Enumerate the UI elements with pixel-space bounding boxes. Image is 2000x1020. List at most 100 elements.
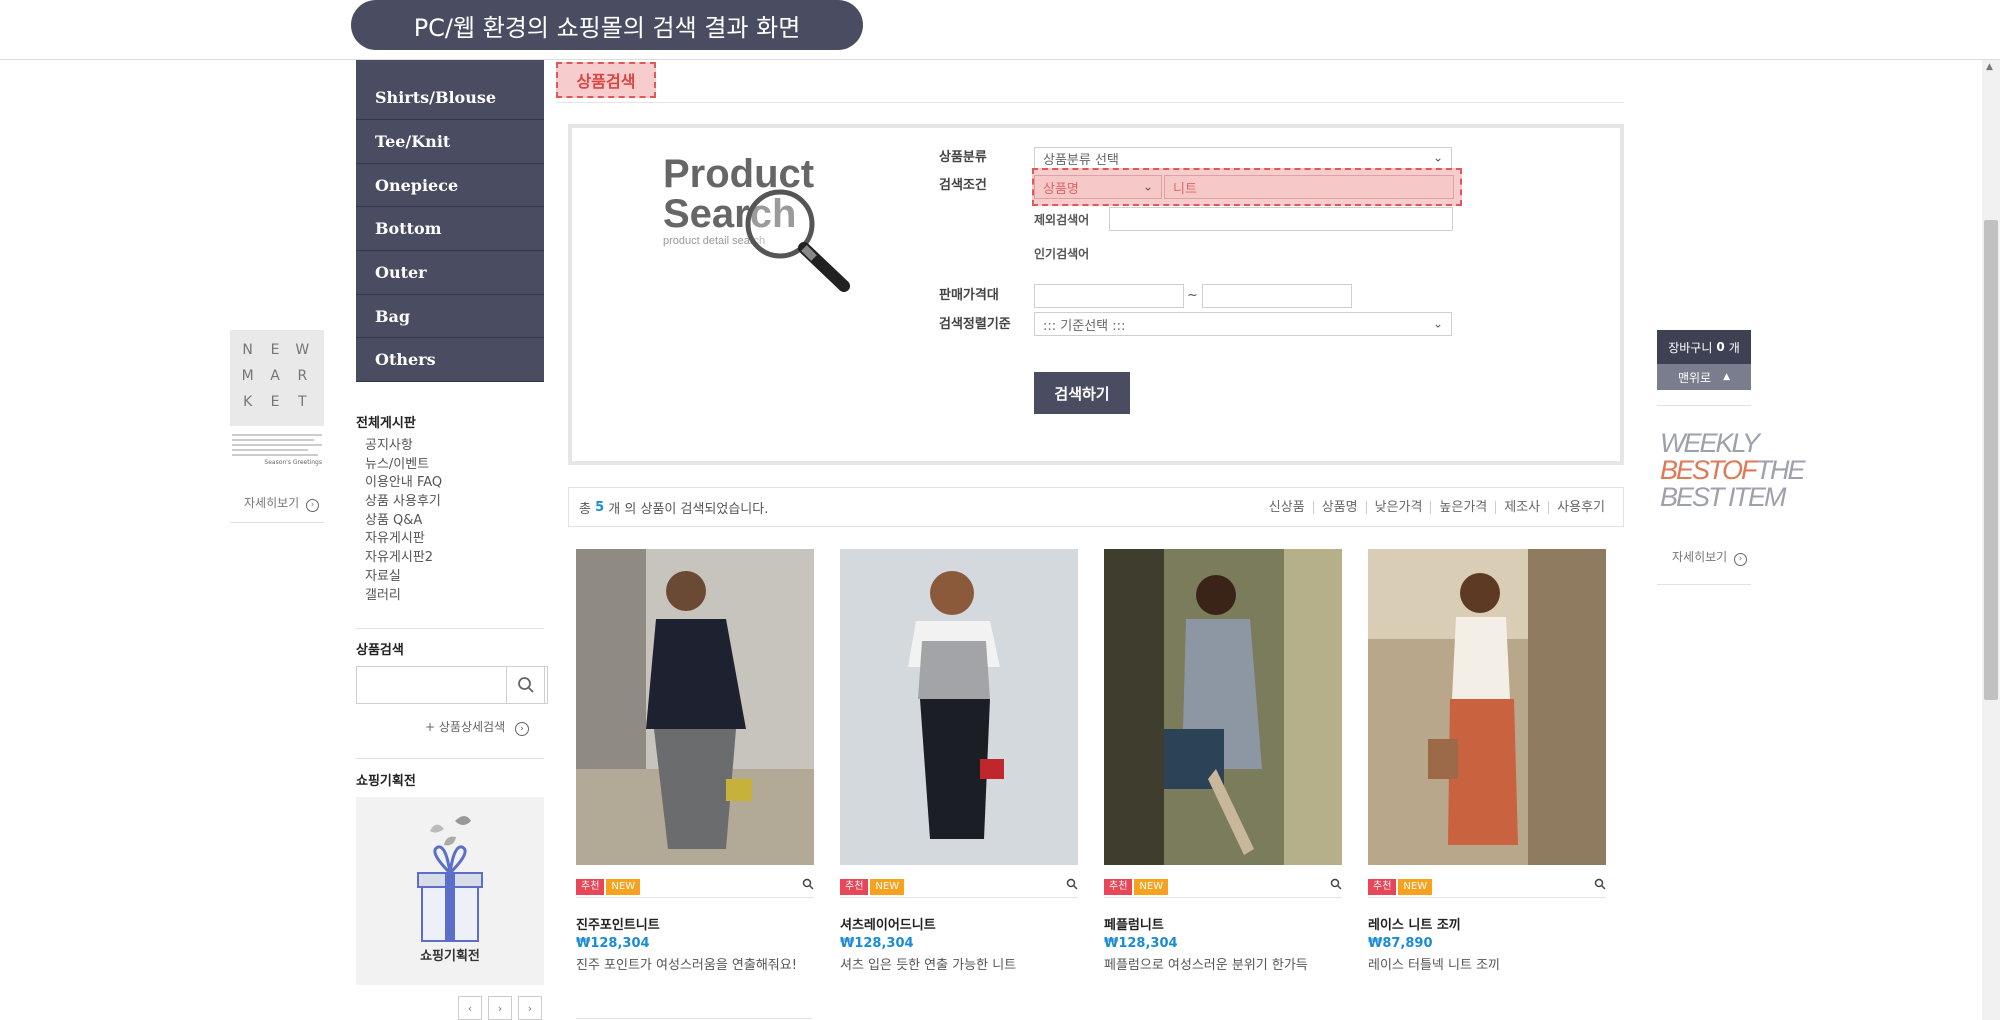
product-card: 추천 NEW 진주포인트니트 ₩128,304 진주 포인트가 여성스러움을 연출… (576, 549, 814, 973)
board-item-qna[interactable]: 상품 Q&A (365, 512, 442, 531)
search-icon (517, 677, 534, 693)
plan-banner[interactable]: 쇼핑기획전 (356, 797, 544, 985)
new-market-banner[interactable]: N E W M A R K E T (230, 330, 324, 426)
board-item-faq[interactable]: 이용안내 FAQ (365, 474, 442, 493)
product-photo (1368, 549, 1606, 865)
category-bottom[interactable]: Bottom (356, 207, 544, 252)
sort-select[interactable]: ::: 기준선택 ::: ⌄ (1034, 312, 1452, 336)
nm-letter: K (243, 394, 257, 410)
product-card: 추천 NEW 셔츠레이어드니트 ₩128,304 셔츠 입은 듯한 연출 가능한 … (840, 549, 1078, 973)
product-image[interactable] (840, 549, 1078, 865)
sort-new[interactable]: 신상품 (1261, 501, 1313, 514)
zoom-icon[interactable] (1594, 878, 1606, 890)
condition-input-value: 니트 (1173, 181, 1197, 197)
category-bag[interactable]: Bag (356, 295, 544, 339)
condition-select-value: 상품명 (1043, 181, 1079, 197)
product-name[interactable]: 셔츠레이어드니트 (840, 914, 1078, 933)
board-item-free[interactable]: 자유게시판 (365, 530, 442, 549)
board-item-notice[interactable]: 공지사항 (365, 437, 442, 456)
side-search-button[interactable] (506, 666, 545, 704)
advanced-search-link[interactable]: + 상품상세검색 › (425, 718, 529, 736)
weekly-best-banner[interactable]: WEEKLY BESTOFTHE BEST ITEM (1660, 430, 1806, 511)
sort-low-price[interactable]: 낮은가격 (1365, 500, 1431, 514)
badge-new: NEW (1134, 878, 1169, 895)
magnifier-icon (745, 189, 850, 292)
top-divider (0, 59, 2000, 60)
right-divider (1657, 405, 1751, 406)
product-badges: 추천 NEW (840, 871, 1078, 898)
product-image[interactable] (1104, 549, 1342, 865)
board-item-review[interactable]: 상품 사용후기 (365, 493, 442, 512)
result-prefix: 총 (579, 501, 591, 517)
price-max-input[interactable] (1202, 284, 1352, 308)
back-to-top-label: 맨위로 (1677, 370, 1712, 385)
zoom-icon[interactable] (802, 878, 814, 890)
board-list: 공지사항 뉴스/이벤트 이용안내 FAQ 상품 사용후기 상품 Q&A 자유게시… (365, 437, 442, 605)
scroll-up-icon[interactable]: ▲ (1986, 62, 1993, 72)
board-item-news[interactable]: 뉴스/이벤트 (365, 456, 442, 475)
page-tab-label: 상품검색 (576, 72, 636, 91)
nm-fine-print: Season's Greetings (232, 432, 322, 472)
board-item-files[interactable]: 자료실 (365, 568, 442, 587)
result-count: 5 (595, 499, 605, 515)
condition-input[interactable]: 니트 (1164, 175, 1454, 199)
plan-next-button[interactable]: › (488, 996, 512, 1020)
product-name[interactable]: 페플럼니트 (1104, 914, 1342, 933)
nm-detail-link[interactable]: 자세히보기 › (244, 494, 320, 512)
category-outer[interactable]: Outer (356, 251, 544, 295)
advanced-search-label: + 상품상세검색 (425, 720, 506, 734)
category-tee-knit[interactable]: Tee/Knit (356, 120, 544, 164)
product-price: ₩87,890 (1368, 936, 1433, 951)
category-onepiece[interactable]: Onepiece (356, 164, 544, 208)
category-others[interactable]: Others (356, 338, 544, 383)
product-card: 추천 NEW 페플럼니트 ₩128,304 페플럼으로 여성스러운 분위기 한가득 (1104, 549, 1342, 973)
badge-recommend: 추천 (1368, 878, 1397, 895)
condition-select[interactable]: 상품명 ⌄ (1034, 175, 1162, 199)
product-image[interactable] (576, 549, 814, 865)
exclude-label: 제외검색어 (1034, 213, 1090, 227)
sort-label: 검색정렬기준 (939, 317, 1011, 332)
weekly-line2: BESTOFTHE (1660, 457, 1806, 484)
product-desc: 레이스 터틀넥 니트 조끼 (1368, 958, 1500, 973)
sort-review[interactable]: 사용후기 (1548, 500, 1613, 514)
circle-arrow-icon: › (514, 722, 529, 736)
zoom-icon[interactable] (1330, 878, 1342, 890)
nm-divider (230, 522, 324, 523)
side-divider-2 (356, 758, 544, 759)
exclude-input[interactable] (1109, 207, 1453, 231)
product-price: ₩128,304 (576, 936, 650, 951)
zoom-icon[interactable] (1066, 878, 1078, 890)
nm-letter: T (298, 394, 311, 410)
product-price: ₩128,304 (1104, 936, 1178, 951)
scrollbar-thumb[interactable] (1984, 220, 1998, 700)
price-separator: ~ (1187, 288, 1198, 303)
product-image[interactable] (1368, 549, 1606, 865)
back-to-top-button[interactable]: 맨위로 ▲ (1657, 364, 1751, 390)
product-name[interactable]: 진주포인트니트 (576, 914, 814, 933)
sort-name[interactable]: 상품명 (1312, 500, 1366, 514)
board-item-free2[interactable]: 자유게시판2 (365, 549, 442, 568)
category-select[interactable]: 상품분류 선택 ⌄ (1034, 147, 1452, 169)
weekly-detail-label: 자세히보기 (1672, 550, 1728, 564)
product-photo (576, 549, 814, 865)
cart-summary[interactable]: 장바구니 0 개 (1657, 330, 1751, 364)
cart-count: 0 (1716, 340, 1725, 354)
search-submit-button[interactable]: 검색하기 (1034, 372, 1130, 414)
banner-title: PC/웹 환경의 쇼핑몰의 검색 결과 화면 (413, 13, 801, 42)
sort-maker[interactable]: 제조사 (1495, 500, 1548, 514)
nm-letter: E (270, 342, 284, 358)
board-item-gallery[interactable]: 갤러리 (365, 587, 442, 606)
nm-letter: W (295, 342, 314, 358)
category-label: 상품분류 (939, 150, 987, 165)
category-shirts-blouse[interactable]: Shirts/Blouse (356, 60, 544, 120)
product-name[interactable]: 레이스 니트 조끼 (1368, 914, 1606, 933)
sort-options: 신상품 상품명 낮은가격 높은가격 제조사 사용후기 (1261, 488, 1613, 526)
plan-title: 쇼핑기획전 (356, 774, 416, 789)
sort-high-price[interactable]: 높은가격 (1430, 500, 1495, 514)
plan-last-button[interactable]: › (518, 996, 542, 1020)
plan-box-label: 쇼핑기획전 (420, 949, 480, 964)
weekly-detail-link[interactable]: 자세히보기 › (1672, 548, 1748, 566)
price-min-input[interactable] (1034, 284, 1184, 308)
plan-prev-button[interactable]: ‹ (458, 996, 482, 1020)
product-photo (840, 549, 1078, 865)
